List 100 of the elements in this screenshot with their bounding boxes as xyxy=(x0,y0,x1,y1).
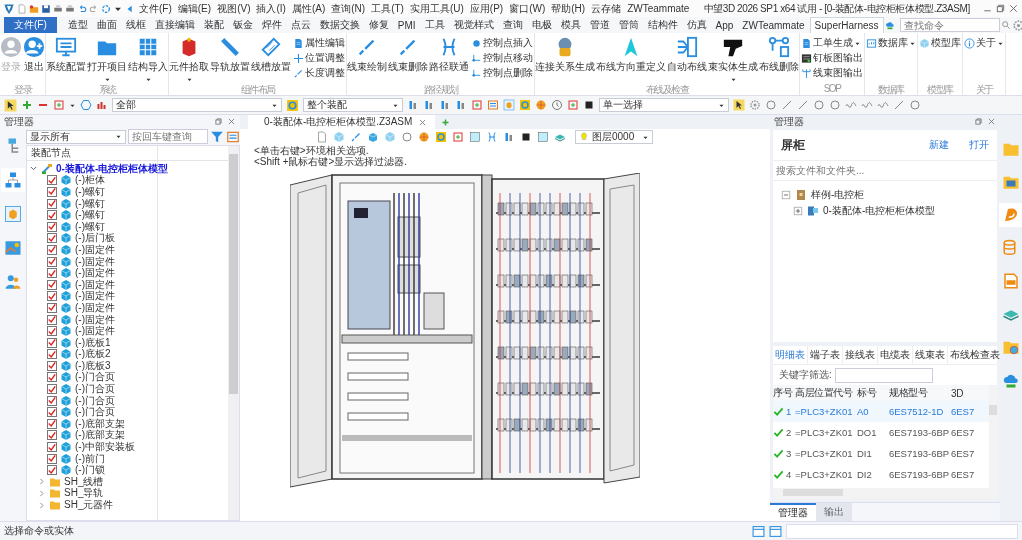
ribbon-tab[interactable]: 管筒 xyxy=(614,17,643,33)
scrollbar[interactable] xyxy=(228,146,239,520)
layer-dropdown[interactable]: 图层0000 xyxy=(575,130,653,144)
ribbon-button[interactable]: 控制点删除 xyxy=(470,66,534,80)
ribbon-tab[interactable]: 点云 xyxy=(286,17,315,33)
ribbon-button[interactable]: 工单生成 xyxy=(800,36,864,50)
checkbox[interactable] xyxy=(47,407,57,418)
ribbon-button[interactable]: 自动布线 xyxy=(667,36,707,74)
checkbox[interactable] xyxy=(47,337,57,348)
checkbox[interactable] xyxy=(47,384,57,395)
circle-icon[interactable] xyxy=(401,131,413,143)
ribbon-tab[interactable]: 修复 xyxy=(364,17,393,33)
menu-item[interactable]: 视图(V) xyxy=(215,1,253,16)
cube-icon[interactable] xyxy=(333,131,345,143)
ribbon-button[interactable]: 位置调整 xyxy=(292,51,346,65)
checkbox[interactable] xyxy=(47,244,57,255)
ribbon-tab[interactable]: 视觉样式 xyxy=(449,17,498,33)
square-icon[interactable] xyxy=(583,99,595,111)
menu-item[interactable]: 工具(T) xyxy=(369,1,406,16)
tree-item[interactable]: 0-装配体-电控柜柜体模型 xyxy=(823,204,936,218)
cursor-icon[interactable] xyxy=(733,99,745,111)
checkbox[interactable] xyxy=(47,453,57,464)
box-window-icon[interactable] xyxy=(4,205,22,223)
tree-item[interactable]: (-)固定件 xyxy=(75,312,115,327)
ribbon-tab[interactable]: 装配 xyxy=(199,17,228,33)
checkbox[interactable] xyxy=(47,210,57,221)
table-tab[interactable]: 明细表 xyxy=(773,346,808,364)
search-field[interactable]: 按回车键查询 xyxy=(128,129,208,144)
table-tab[interactable]: 接线表 xyxy=(843,346,878,364)
ribbon-button[interactable]: 结构导入 xyxy=(128,36,168,83)
checkbox[interactable] xyxy=(47,395,57,406)
panel-icon[interactable] xyxy=(769,524,782,538)
checkbox[interactable] xyxy=(47,302,57,313)
tree-item[interactable]: (-)固定件 xyxy=(75,254,115,269)
expand-icon[interactable] xyxy=(793,206,803,216)
circle-icon[interactable] xyxy=(829,99,841,111)
list-icon[interactable] xyxy=(487,99,499,111)
save-icon[interactable] xyxy=(41,3,51,14)
box-window-icon[interactable] xyxy=(503,99,515,111)
circle-icon[interactable] xyxy=(813,99,825,111)
menu-item[interactable]: 编辑(E) xyxy=(175,1,214,16)
circle-icon[interactable] xyxy=(909,99,921,111)
tree-item[interactable]: 0-装配体-电控柜柜体模型 xyxy=(56,161,169,176)
menu-item[interactable]: 帮助(H) xyxy=(549,1,588,16)
ribbon-tab[interactable]: ZWTeammate xyxy=(738,17,809,33)
file-menu-button[interactable]: 文件(F) xyxy=(4,17,57,33)
panel-tab[interactable]: 输出 xyxy=(816,503,852,521)
clock-icon[interactable] xyxy=(551,99,563,111)
frame-icon[interactable] xyxy=(567,99,579,111)
checkbox[interactable] xyxy=(47,256,57,267)
ribbon-button[interactable]: 布线方向重定义 xyxy=(596,36,666,74)
path-icon[interactable] xyxy=(486,131,498,143)
sphere-icon[interactable] xyxy=(535,99,547,111)
ribbon-button[interactable]: 线束图输出 xyxy=(800,66,864,80)
ribbon-button[interactable]: 退出 xyxy=(23,36,45,74)
new-file-icon[interactable] xyxy=(316,131,328,143)
menu-item[interactable]: 插入(I) xyxy=(254,1,288,16)
ribbon-tab[interactable]: 查询 xyxy=(498,17,527,33)
tree-item[interactable]: SH_导轨 xyxy=(64,486,104,501)
checkbox[interactable] xyxy=(47,360,57,371)
checkbox[interactable] xyxy=(47,279,57,290)
tree-item[interactable]: (-)门合页 xyxy=(75,370,115,385)
curve-icon[interactable] xyxy=(845,99,857,111)
ribbon-tab[interactable]: 线框 xyxy=(121,17,150,33)
box-icon[interactable] xyxy=(367,131,379,143)
ribbon-button[interactable]: 束实体生成 xyxy=(708,36,758,83)
scrollbar[interactable] xyxy=(773,488,989,499)
column-icon[interactable] xyxy=(439,99,451,111)
ribbon-tab[interactable]: 电极 xyxy=(527,17,556,33)
ribbon-button[interactable]: 系统配置 xyxy=(46,36,86,74)
table-tab[interactable]: 电缆表 xyxy=(878,346,913,364)
action-link[interactable]: 打开 xyxy=(969,138,989,152)
document-icon[interactable] xyxy=(1002,272,1020,290)
plus-icon[interactable] xyxy=(21,99,33,111)
checkbox[interactable] xyxy=(47,430,57,441)
ribbon-button[interactable]: 关于 xyxy=(963,36,1005,50)
ribbon-button[interactable]: 模型库 xyxy=(918,36,962,50)
circle-icon[interactable] xyxy=(765,99,777,111)
ribbon-button[interactable]: 控制点插入 xyxy=(470,36,534,50)
ribbon-tab[interactable]: 模具 xyxy=(556,17,585,33)
checkbox[interactable] xyxy=(47,372,57,383)
ribbon-tab[interactable]: 曲面 xyxy=(92,17,121,33)
search-icon[interactable] xyxy=(1000,20,1011,30)
table-row[interactable]: 2 =PLC3+ZK01 DO1 6ES7193-6BP 6ES7 xyxy=(773,422,989,443)
line-icon[interactable] xyxy=(781,99,793,111)
tree-item[interactable]: SH_元器件 xyxy=(64,498,114,512)
plus-icon[interactable] xyxy=(441,117,451,127)
ribbon-button[interactable]: 长度调整 xyxy=(292,66,346,80)
close-icon[interactable] xyxy=(987,117,996,126)
printer-icon[interactable] xyxy=(53,3,63,14)
column-icon[interactable] xyxy=(503,131,515,143)
menu-item[interactable]: 实用工具(U) xyxy=(407,1,466,16)
restore-icon[interactable] xyxy=(214,117,223,126)
checkbox[interactable] xyxy=(47,442,57,453)
table-row[interactable]: 4 =PLC3+ZK01 DI2 6ES7193-6BP 6ES7 xyxy=(773,464,989,485)
menu-item[interactable]: 应用(P) xyxy=(467,1,506,16)
frame-icon[interactable] xyxy=(53,99,65,111)
menu-item[interactable]: 文件(F) xyxy=(137,1,174,16)
settings-icon[interactable] xyxy=(1011,18,1022,32)
display-dropdown[interactable]: 显示所有 xyxy=(26,129,126,144)
